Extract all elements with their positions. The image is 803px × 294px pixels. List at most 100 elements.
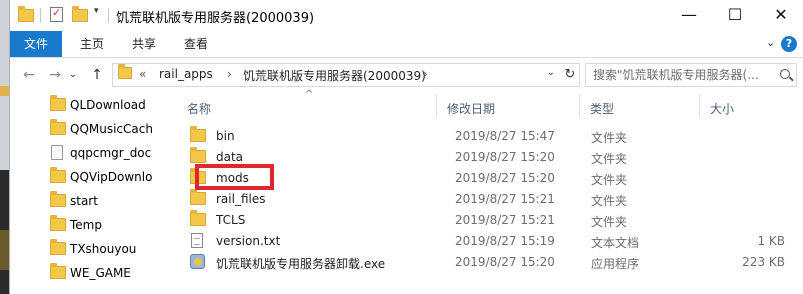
file-name: rail_files (216, 192, 266, 206)
sidebar-item-label: QLDownload (70, 98, 146, 112)
toolbar-separator (40, 8, 41, 23)
breadcrumb-overflow[interactable]: « (139, 67, 146, 81)
address-toolbar: ← → ⌄ ↑ « rail_apps › 饥荒联机版专用服务器(2000039… (10, 58, 803, 92)
file-row-version-txt[interactable]: version.txt 2019/8/27 15:19 文本文档 1 KB (170, 231, 803, 252)
help-icon[interactable]: ? (781, 36, 797, 52)
sidebar-item-we-game[interactable]: WE_GAME (10, 262, 158, 286)
folder-icon (190, 210, 206, 226)
document-icon (51, 145, 63, 160)
folder-icon (50, 263, 66, 279)
file-type: 文件夹 (591, 173, 628, 187)
file-name: data (216, 150, 244, 164)
file-type: 文件夹 (591, 215, 628, 229)
explorer-window: ▾ 饥荒联机版专用服务器(2000039) — ☐ ✕ 文件 主页 共享 查看 … (9, 0, 803, 294)
address-history-dropdown-icon[interactable]: ⌄ (547, 67, 555, 78)
sidebar-item-temp[interactable]: Temp (10, 214, 158, 238)
minimize-button[interactable]: — (666, 0, 712, 31)
file-row-rail-files[interactable]: rail_files 2019/8/27 15:21 文件夹 (170, 189, 803, 210)
file-modified: 2019/8/27 15:21 (455, 213, 555, 227)
desktop-bg-fragment (0, 230, 9, 270)
file-name: bin (216, 129, 235, 143)
text-file-icon (191, 233, 203, 248)
file-name: TCLS (216, 213, 246, 227)
desktop-bg-fragment (0, 86, 9, 96)
forward-button[interactable]: → (44, 65, 66, 85)
file-type: 应用程序 (591, 257, 640, 271)
file-type: 文件夹 (591, 194, 628, 208)
file-modified: 2019/8/27 15:19 (455, 234, 555, 248)
refresh-button[interactable]: ↻ (560, 63, 580, 87)
sidebar-item-qldownload[interactable]: QLDownload (10, 94, 158, 118)
sidebar-item-label: QQVipDownlo (70, 170, 153, 184)
column-header-type[interactable]: 类型 (590, 100, 614, 117)
exe-icon (190, 254, 205, 269)
breadcrumb-current-folder[interactable]: 饥荒联机版专用服务器(2000039) (243, 67, 426, 84)
folder-icon (50, 239, 66, 255)
desktop-background (0, 0, 9, 294)
column-header-size[interactable]: 大小 (710, 100, 734, 117)
file-modified: 2019/8/27 15:20 (455, 255, 555, 269)
window-title: 饥荒联机版专用服务器(2000039) (116, 11, 315, 26)
highlight-box (195, 164, 274, 190)
file-list: ^ 名称 修改日期 类型 大小 bin 2019/8/27 15:47 文件夹 … (170, 89, 803, 294)
up-button[interactable]: ↑ (86, 65, 108, 85)
search-icon[interactable] (780, 69, 790, 79)
file-row-bin[interactable]: bin 2019/8/27 15:47 文件夹 (170, 126, 803, 147)
file-type: 文件夹 (591, 152, 628, 166)
column-header-modified[interactable]: 修改日期 (447, 100, 495, 117)
close-button[interactable]: ✕ (758, 0, 803, 31)
quick-access-dropdown-icon[interactable]: ▾ (94, 6, 99, 16)
sidebar-item-qqpcmgr-doc[interactable]: qqpcmgr_doc (10, 142, 158, 166)
properties-icon[interactable] (50, 6, 66, 23)
column-header-name[interactable]: 名称 (187, 100, 211, 117)
sidebar-item-label: start (70, 194, 98, 208)
file-size: 1 KB (757, 234, 785, 248)
folder-icon (50, 119, 66, 135)
file-name: version.txt (216, 234, 281, 248)
recent-locations-button[interactable]: ⌄ (66, 65, 80, 85)
title-bar: ▾ 饥荒联机版专用服务器(2000039) — ☐ ✕ (10, 0, 803, 31)
tab-view[interactable]: 查看 (176, 31, 216, 57)
ribbon-tabs: 文件 主页 共享 查看 ⌄ ? (10, 31, 803, 58)
breadcrumb-rail-apps[interactable]: rail_apps (159, 67, 213, 81)
file-row-uninstaller-exe[interactable]: 饥荒联机版专用服务器卸载.exe 2019/8/27 15:20 应用程序 22… (170, 252, 803, 273)
search-placeholder: 搜索"饥荒联机版专用服务器(... (593, 68, 759, 82)
sidebar-item-label: QQMusicCach (70, 122, 153, 136)
address-bar[interactable]: « rail_apps › 饥荒联机版专用服务器(2000039) › ⌄ (112, 63, 580, 87)
sidebar-item-qqvipdownload[interactable]: QQVipDownlo (10, 166, 158, 190)
file-type: 文件夹 (591, 131, 628, 145)
folder-icon (18, 6, 34, 23)
folder-icon (190, 147, 206, 163)
sort-indicator-icon: ^ (305, 89, 314, 100)
file-type: 文本文档 (591, 236, 640, 250)
column-separator[interactable] (579, 94, 580, 118)
maximize-button[interactable]: ☐ (712, 0, 758, 31)
sidebar-item-start[interactable]: start (10, 190, 158, 214)
file-modified: 2019/8/27 15:20 (455, 150, 555, 164)
file-modified: 2019/8/27 15:21 (455, 192, 555, 206)
sidebar-item-txshouyou[interactable]: TXshouyou (10, 238, 158, 262)
column-separator[interactable] (436, 94, 437, 118)
folder-icon (50, 95, 66, 111)
breadcrumb-separator[interactable]: › (227, 67, 232, 81)
tab-home[interactable]: 主页 (72, 31, 112, 57)
folder-icon (190, 126, 206, 142)
tab-share[interactable]: 共享 (124, 31, 164, 57)
new-folder-icon[interactable] (72, 6, 88, 23)
sidebar-item-label: qqpcmgr_doc (70, 146, 152, 160)
toolbar-separator (108, 8, 109, 23)
tab-file[interactable]: 文件 (10, 31, 62, 57)
folder-icon (50, 191, 66, 207)
sidebar-item-label: TXshouyou (70, 242, 137, 256)
back-button[interactable]: ← (18, 65, 40, 85)
search-input[interactable]: 搜索"饥荒联机版专用服务器(... (585, 63, 797, 87)
sidebar-item-qqmusiccache[interactable]: QQMusicCach (10, 118, 158, 142)
sidebar-item-label: WE_GAME (70, 266, 131, 280)
column-separator[interactable] (699, 94, 700, 118)
breadcrumb-separator[interactable]: › (423, 67, 428, 81)
ribbon-expand-icon[interactable]: ⌄ (766, 36, 775, 49)
folder-icon (118, 64, 132, 79)
file-modified: 2019/8/27 15:20 (455, 171, 555, 185)
file-row-tcls[interactable]: TCLS 2019/8/27 15:21 文件夹 (170, 210, 803, 231)
file-size: 223 KB (742, 255, 785, 269)
